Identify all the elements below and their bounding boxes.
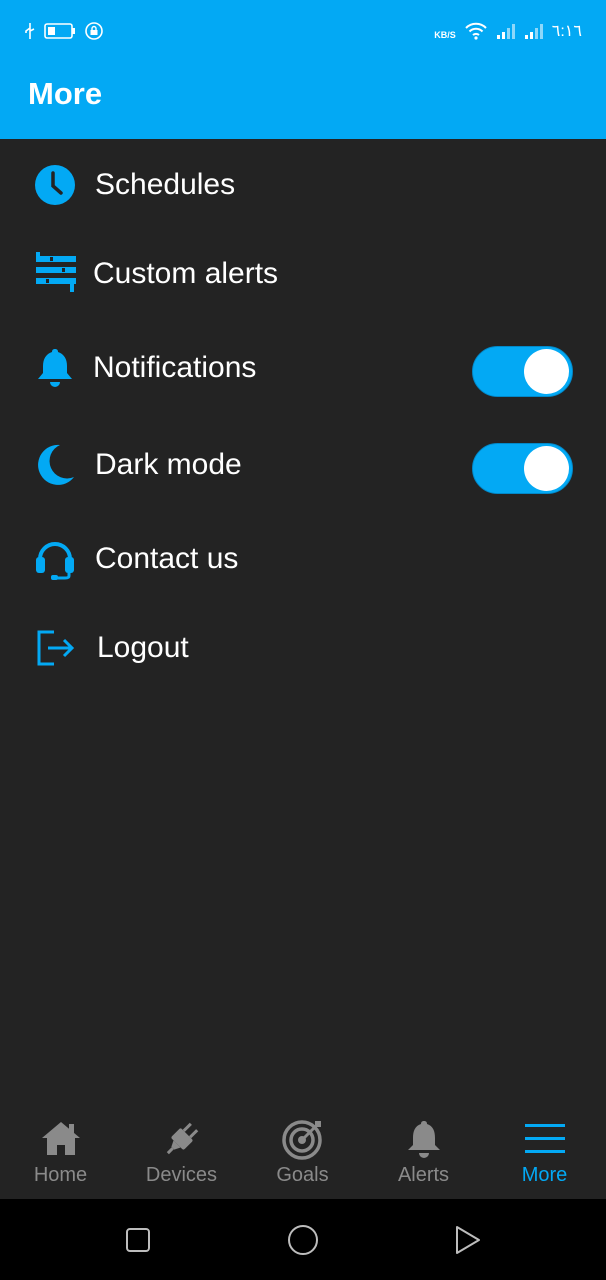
- nav-item-alerts[interactable]: Alerts: [363, 1100, 484, 1199]
- nav-item-home[interactable]: Home: [0, 1100, 121, 1199]
- menu-item-dark-mode[interactable]: Dark mode: [0, 428, 606, 500]
- page-title: More: [28, 76, 103, 111]
- nav-label-devices: Devices: [145, 1164, 218, 1186]
- wifi-icon: [465, 22, 487, 40]
- signal-icon: [496, 24, 515, 39]
- nav-item-more[interactable]: More: [484, 1100, 605, 1199]
- nav-label-home: Home: [33, 1164, 88, 1186]
- usb-icon: [25, 23, 35, 39]
- nav-label-goals: Goals: [276, 1164, 329, 1186]
- bell-icon: [408, 1121, 440, 1158]
- status-bar: KB/S ٦:١٦: [0, 0, 606, 60]
- nav-item-devices[interactable]: Devices: [121, 1100, 242, 1199]
- menu-item-contact-us[interactable]: Contact us: [0, 522, 606, 594]
- menu-label-schedules: Schedules: [95, 168, 236, 201]
- bell-icon: [38, 349, 72, 387]
- menu-icon: [525, 1124, 565, 1153]
- notifications-toggle[interactable]: [472, 346, 573, 397]
- bottom-nav: Home Devices Goals Alerts More: [0, 1100, 606, 1199]
- sliders-icon: [36, 252, 76, 292]
- toggle-knob: [524, 446, 569, 491]
- menu-label-custom-alerts: Custom alerts: [93, 257, 279, 290]
- nav-item-goals[interactable]: Goals: [242, 1100, 363, 1199]
- network-speed: KB/S: [434, 29, 456, 40]
- menu-label-contact-us: Contact us: [95, 542, 239, 575]
- back-icon[interactable]: [449, 1221, 487, 1259]
- menu-item-logout[interactable]: Logout: [0, 611, 606, 683]
- dark-mode-toggle[interactable]: [472, 443, 573, 494]
- recents-icon[interactable]: [119, 1221, 157, 1259]
- status-icons-left: [24, 20, 104, 42]
- app-header: More: [0, 60, 606, 139]
- menu-label-notifications: Notifications: [93, 351, 257, 384]
- menu-item-schedules[interactable]: Schedules: [0, 148, 606, 220]
- signal-icon-2: [524, 24, 543, 39]
- status-icons-right: KB/S ٦:١٦: [434, 18, 582, 44]
- headset-icon: [36, 542, 74, 580]
- home-icon: [42, 1122, 80, 1155]
- lock-rotation-icon: [85, 22, 103, 40]
- nav-label-more: More: [521, 1164, 568, 1186]
- plug-icon: [166, 1122, 199, 1155]
- system-nav-bar: [0, 1199, 606, 1280]
- home-button-icon[interactable]: [284, 1221, 322, 1259]
- menu-item-custom-alerts[interactable]: Custom alerts: [0, 237, 606, 309]
- logout-icon: [37, 630, 75, 666]
- clock-icon: [35, 165, 75, 205]
- moon-icon: [38, 444, 74, 485]
- menu-item-notifications[interactable]: Notifications: [0, 331, 606, 403]
- status-time: ٦:١٦: [551, 23, 582, 40]
- target-icon: [282, 1120, 322, 1160]
- toggle-knob: [524, 349, 569, 394]
- menu-label-dark-mode: Dark mode: [95, 448, 242, 481]
- menu-label-logout: Logout: [97, 631, 189, 664]
- nav-label-alerts: Alerts: [397, 1164, 450, 1186]
- battery-icon: [44, 23, 75, 39]
